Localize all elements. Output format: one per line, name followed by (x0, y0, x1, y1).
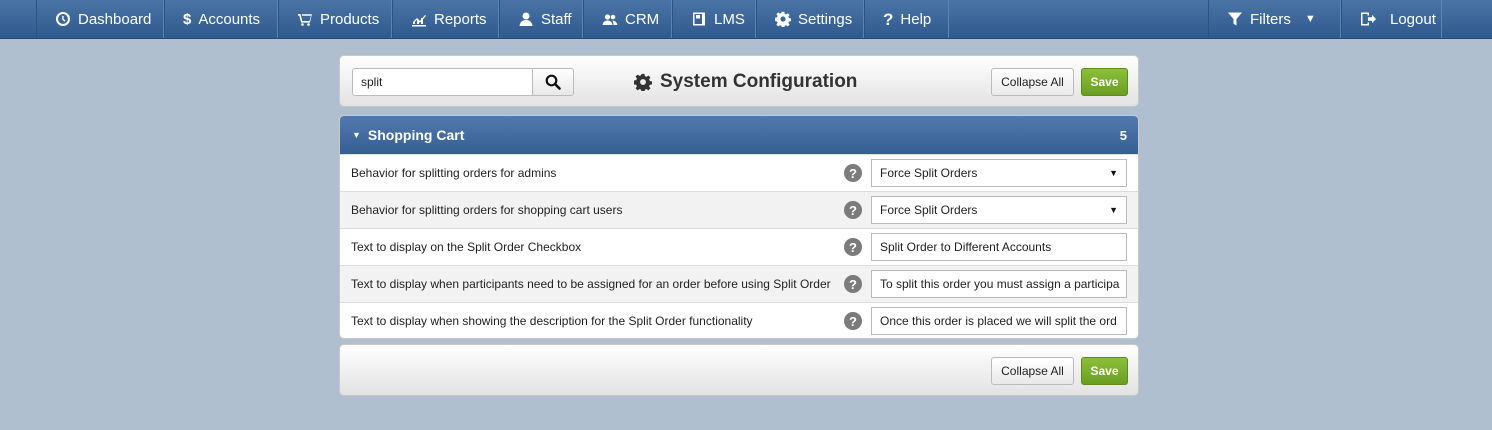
nav-item-dashboard[interactable]: Dashboard (36, 0, 164, 38)
split-users-select[interactable]: Force Split Orders ▼ (871, 196, 1127, 224)
dropdown-arrow-icon: ▼ (1109, 168, 1118, 178)
section-header[interactable]: ▼ Shopping Cart 5 (340, 116, 1138, 154)
filters-label: Filters (1250, 10, 1291, 28)
section-count: 5 (1119, 127, 1127, 143)
question-icon: ? (883, 9, 894, 29)
nav-item-label: Products (320, 10, 380, 28)
top-navigation: Dashboard $ Accounts Products Reports St… (0, 0, 1492, 39)
participants-text-input[interactable]: To split this order you must assign a pa… (871, 270, 1127, 298)
setting-label: Text to display on the Split Order Check… (351, 240, 582, 254)
filter-icon (1227, 11, 1243, 27)
dashboard-icon (55, 11, 71, 27)
footer-toolbar: Collapse All Save (339, 344, 1139, 396)
nav-item-staff[interactable]: Staff (499, 0, 583, 38)
chart-icon (411, 11, 427, 27)
nav-item-help[interactable]: ? Help (864, 0, 949, 38)
nav-item-label: CRM (625, 10, 660, 28)
caret-down-icon: ▼ (1304, 13, 1316, 25)
setting-row: Text to display when participants need t… (340, 265, 1138, 302)
search-button[interactable] (532, 68, 574, 96)
search-input[interactable] (352, 68, 534, 96)
select-value: Force Split Orders (880, 166, 978, 180)
nav-item-label: Reports (434, 10, 487, 28)
setting-row: Text to display when showing the descrip… (340, 302, 1138, 338)
help-icon[interactable]: ? (844, 238, 862, 256)
nav-item-crm[interactable]: CRM (583, 0, 672, 38)
logout-label: Logout (1390, 10, 1436, 28)
nav-item-products[interactable]: Products (278, 0, 392, 38)
nav-item-lms[interactable]: LMS (672, 0, 756, 38)
search-icon (545, 74, 561, 90)
book-icon (691, 11, 707, 27)
save-button[interactable]: Save (1081, 357, 1128, 385)
collapse-all-button[interactable]: Collapse All (991, 68, 1074, 96)
nav-item-label: Help (900, 10, 932, 28)
select-value: Force Split Orders (880, 203, 978, 217)
nav-item-label: Dashboard (78, 10, 152, 28)
help-icon[interactable]: ? (844, 275, 862, 293)
nav-item-label: Staff (541, 10, 572, 28)
split-admin-select[interactable]: Force Split Orders ▼ (871, 159, 1127, 187)
setting-row: Text to display on the Split Order Check… (340, 228, 1138, 265)
save-button[interactable]: Save (1081, 68, 1128, 96)
page-title: System Configuration (634, 70, 857, 94)
gear-icon (775, 11, 791, 27)
nav-item-reports[interactable]: Reports (392, 0, 499, 38)
filters-dropdown[interactable]: Filters ▼ (1208, 0, 1341, 38)
nav-left: Dashboard $ Accounts Products Reports St… (0, 0, 949, 38)
nav-item-label: LMS (714, 10, 745, 28)
collapse-all-button[interactable]: Collapse All (991, 357, 1074, 385)
setting-label: Behavior for splitting orders for admins (351, 166, 557, 180)
dollar-icon: $ (183, 10, 192, 28)
setting-label: Text to display when showing the descrip… (351, 314, 753, 328)
description-text-input[interactable]: Once this order is placed we will split … (871, 307, 1127, 335)
header-toolbar: System Configuration Collapse All Save (339, 55, 1139, 107)
help-icon[interactable]: ? (844, 201, 862, 219)
logout-button[interactable]: Logout (1341, 0, 1442, 38)
help-icon[interactable]: ? (844, 164, 862, 182)
dropdown-arrow-icon: ▼ (1109, 205, 1118, 215)
nav-item-label: Settings (798, 10, 853, 28)
logout-icon (1360, 11, 1376, 27)
nav-item-label: Accounts (198, 10, 261, 28)
nav-right: Filters ▼ Logout (1208, 0, 1492, 38)
help-icon[interactable]: ? (844, 312, 862, 330)
shopping-cart-section: ▼ Shopping Cart 5 Behavior for splitting… (339, 115, 1139, 339)
setting-label: Text to display when participants need t… (351, 277, 831, 291)
setting-row: Behavior for splitting orders for shoppi… (340, 191, 1138, 228)
nav-item-accounts[interactable]: $ Accounts (164, 0, 278, 38)
checkbox-text-input[interactable]: Split Order to Different Accounts (871, 233, 1127, 261)
cart-icon (297, 11, 313, 27)
gear-icon (634, 73, 652, 91)
setting-label: Behavior for splitting orders for shoppi… (351, 203, 623, 217)
caret-down-icon: ▼ (352, 130, 361, 140)
users-icon (602, 11, 618, 27)
setting-row: Behavior for splitting orders for admins… (340, 154, 1138, 191)
user-icon (518, 11, 534, 27)
page-title-text: System Configuration (660, 71, 858, 92)
section-title: Shopping Cart (367, 127, 465, 143)
nav-item-settings[interactable]: Settings (756, 0, 864, 38)
